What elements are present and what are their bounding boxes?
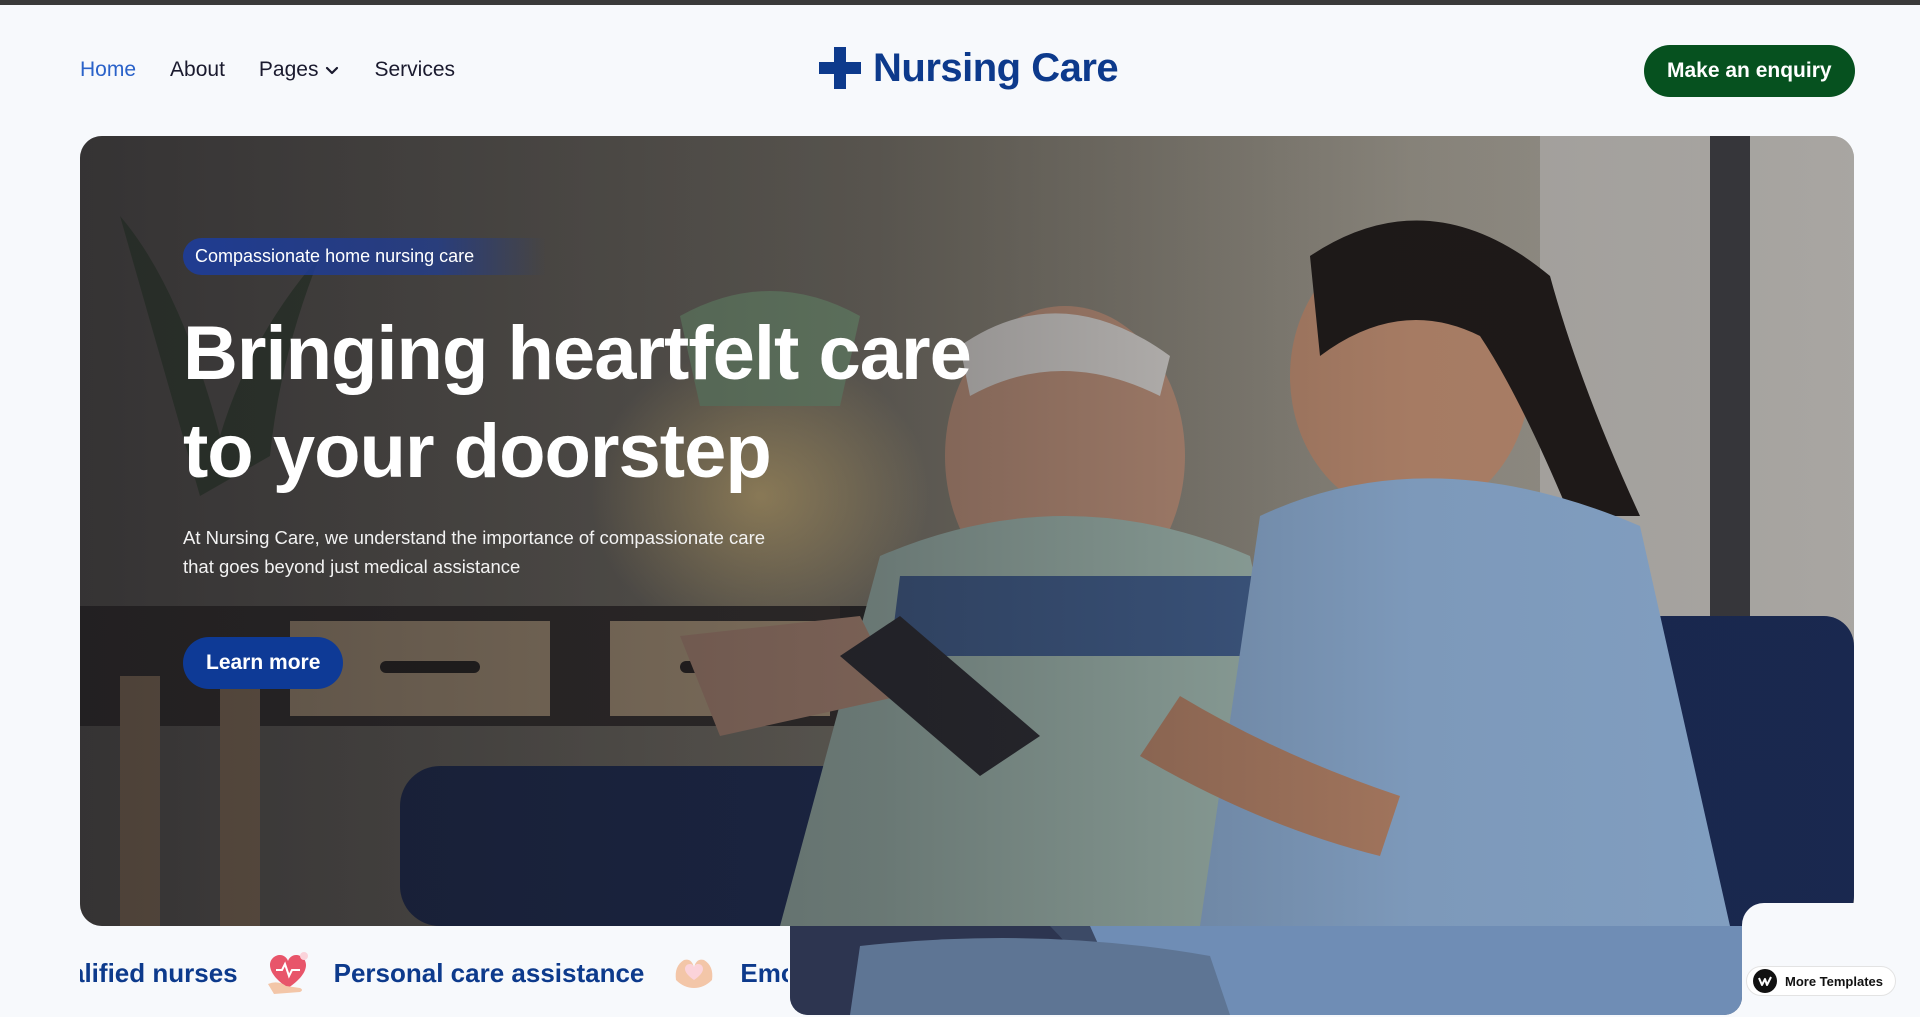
marquee-item: Personal care assistance <box>264 950 645 996</box>
hero-description: At Nursing Care, we understand the impor… <box>183 527 766 577</box>
marquee-track: alified nurses Personal care assistance … <box>80 950 788 996</box>
logo-text: Nursing Care <box>873 45 1119 90</box>
chevron-down-icon <box>326 66 339 75</box>
nav-link-pages[interactable]: Pages <box>259 58 341 82</box>
marquee-item-label: Emot <box>740 957 788 988</box>
top-border <box>0 0 1920 5</box>
marquee-item: Emot <box>670 950 788 996</box>
nav-link-services-label: Services <box>374 58 455 81</box>
marquee-item-label: Personal care assistance <box>333 957 645 988</box>
site-logo[interactable]: Nursing Care <box>817 45 1119 91</box>
nav-link-services[interactable]: Services <box>374 58 455 82</box>
hero-photo-bottom <box>790 926 1742 1015</box>
nav-link-about[interactable]: About <box>170 58 225 82</box>
marquee-item: alified nurses <box>80 958 238 989</box>
nav-link-home[interactable]: Home <box>80 58 136 82</box>
nav-link-about-label: About <box>170 58 225 81</box>
marquee-item-label: alified nurses <box>80 957 238 988</box>
hero-title: Bringing heartfelt care to your doorstep <box>183 305 1083 501</box>
main-nav: Home About Pages Services Nursing Care M… <box>0 40 1920 102</box>
webflow-icon <box>1753 969 1777 993</box>
services-marquee: alified nurses Personal care assistance … <box>80 950 788 996</box>
nav-link-home-label: Home <box>80 58 137 81</box>
nav-link-pages-label: Pages <box>258 58 319 81</box>
more-templates-label: More Templates <box>1785 973 1884 989</box>
learn-more-button[interactable]: Learn more <box>183 637 344 689</box>
hero-title-line-2: to your doorstep <box>183 409 772 494</box>
heart-hand-icon <box>267 952 308 994</box>
medical-cross-icon <box>819 47 861 89</box>
hero-content: Compassionate home nursing care Bringing… <box>183 238 1083 689</box>
corner-panel <box>1742 903 1920 1017</box>
nav-links: Home About Pages Services <box>80 58 455 82</box>
hero-title-line-1: Bringing heartfelt care <box>183 311 972 396</box>
more-templates-badge[interactable]: More Templates <box>1746 966 1897 996</box>
hero-tag: Compassionate home nursing care <box>183 238 547 275</box>
hero-photo-extension <box>790 926 1742 1015</box>
hero-section: Compassionate home nursing care Bringing… <box>80 136 1854 926</box>
heart-hands-icon <box>676 959 713 988</box>
make-enquiry-button[interactable]: Make an enquiry <box>1644 45 1855 97</box>
